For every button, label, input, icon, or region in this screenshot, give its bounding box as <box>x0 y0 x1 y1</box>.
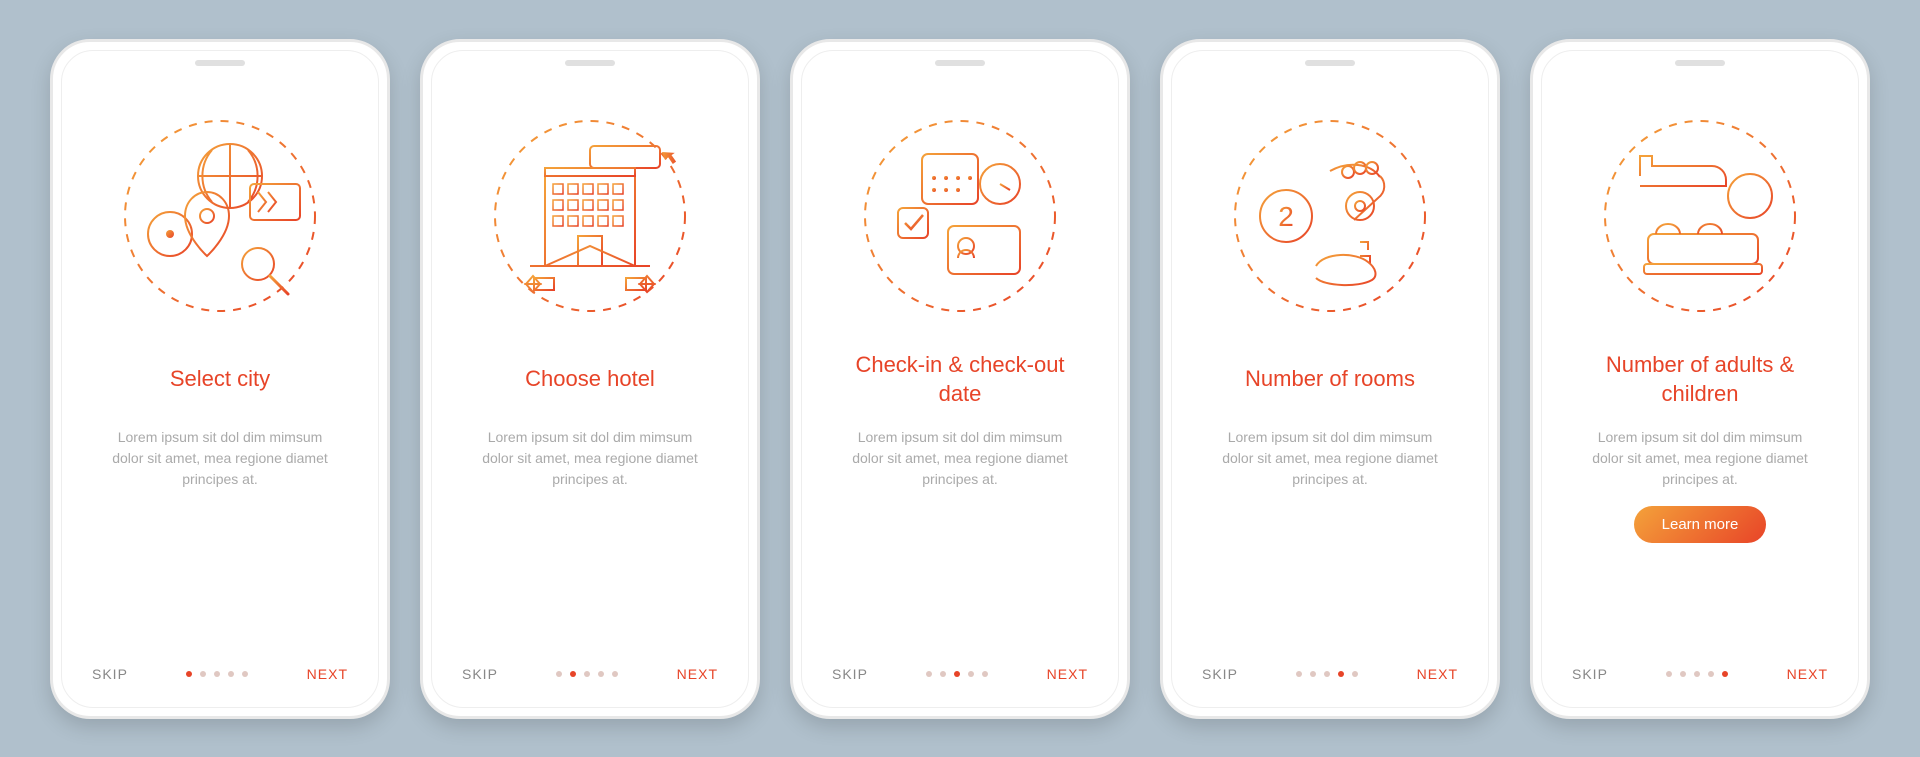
pagination-dots <box>926 671 988 677</box>
dot <box>570 671 576 677</box>
svg-text:2: 2 <box>1278 201 1294 232</box>
dot <box>186 671 192 677</box>
dot <box>242 671 248 677</box>
phones-row: Select city Lorem ipsum sit dol dim mims… <box>20 9 1900 749</box>
dot <box>1694 671 1700 677</box>
screen-description: Lorem ipsum sit dol dim mimsum dolor sit… <box>1202 427 1458 490</box>
dot <box>1666 671 1672 677</box>
next-button[interactable]: NEXT <box>1047 666 1088 682</box>
dot <box>1338 671 1344 677</box>
phone-screen-number-people: Number of adults & children Lorem ipsum … <box>1530 39 1870 719</box>
pagination-dots <box>1666 671 1728 677</box>
phone-screen-select-city: Select city Lorem ipsum sit dol dim mims… <box>50 39 390 719</box>
dot <box>982 671 988 677</box>
phone-screen-number-rooms: 2 Number of rooms Lorem ipsum sit dol di… <box>1160 39 1500 719</box>
skip-button[interactable]: SKIP <box>832 666 868 682</box>
screen-title: Choose hotel <box>525 351 655 409</box>
hotel-icon <box>485 111 695 321</box>
next-button[interactable]: NEXT <box>1787 666 1828 682</box>
rooms-icon: 2 <box>1225 111 1435 321</box>
dot <box>1352 671 1358 677</box>
dot <box>1708 671 1714 677</box>
skip-button[interactable]: SKIP <box>462 666 498 682</box>
screen-description: Lorem ipsum sit dol dim mimsum dolor sit… <box>1572 427 1828 490</box>
screen-description: Lorem ipsum sit dol dim mimsum dolor sit… <box>462 427 718 490</box>
screen-title: Select city <box>170 351 270 409</box>
skip-button[interactable]: SKIP <box>1572 666 1608 682</box>
skip-button[interactable]: SKIP <box>1202 666 1238 682</box>
phone-screen-check-dates: Check-in & check-out date Lorem ipsum si… <box>790 39 1130 719</box>
dot <box>1722 671 1728 677</box>
dot <box>1310 671 1316 677</box>
screen-description: Lorem ipsum sit dol dim mimsum dolor sit… <box>832 427 1088 490</box>
dot <box>1680 671 1686 677</box>
dot <box>598 671 604 677</box>
dot <box>940 671 946 677</box>
phone-screen-choose-hotel: Choose hotel Lorem ipsum sit dol dim mim… <box>420 39 760 719</box>
people-icon <box>1595 111 1805 321</box>
dot <box>1296 671 1302 677</box>
next-button[interactable]: NEXT <box>307 666 348 682</box>
screen-title: Check-in & check-out date <box>832 351 1088 409</box>
next-button[interactable]: NEXT <box>677 666 718 682</box>
dot <box>228 671 234 677</box>
dot <box>954 671 960 677</box>
screen-title: Number of adults & children <box>1572 351 1828 409</box>
learn-more-button[interactable]: Learn more <box>1634 506 1767 543</box>
dot <box>968 671 974 677</box>
pagination-dots <box>556 671 618 677</box>
skip-button[interactable]: SKIP <box>92 666 128 682</box>
dot <box>1324 671 1330 677</box>
dot <box>200 671 206 677</box>
pagination-dots <box>186 671 248 677</box>
calendar-icon <box>855 111 1065 321</box>
dot <box>556 671 562 677</box>
next-button[interactable]: NEXT <box>1417 666 1458 682</box>
pagination-dots <box>1296 671 1358 677</box>
dot <box>214 671 220 677</box>
screen-description: Lorem ipsum sit dol dim mimsum dolor sit… <box>92 427 348 490</box>
screen-title: Number of rooms <box>1245 351 1415 409</box>
dot <box>926 671 932 677</box>
dot <box>612 671 618 677</box>
dot <box>584 671 590 677</box>
city-select-icon <box>115 111 325 321</box>
